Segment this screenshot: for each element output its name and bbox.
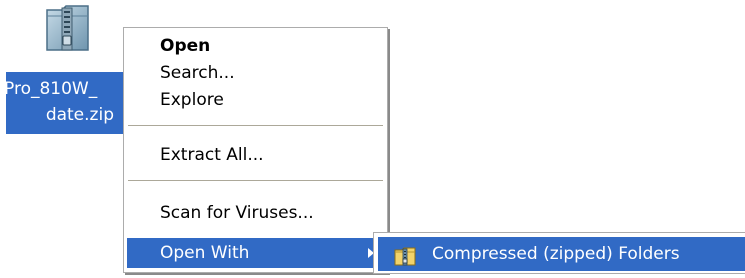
menu-item-explore-label: Explore [160, 90, 224, 110]
menu-item-open[interactable]: Open [127, 31, 384, 61]
menu-item-open-label: Open [160, 36, 211, 56]
menu-item-open-with[interactable]: Open With [127, 238, 384, 268]
zip-folder-icon[interactable] [44, 2, 92, 54]
menu-item-scan-for-viruses[interactable]: Scan for Viruses... [127, 198, 384, 228]
desktop: Pro_810W_ date.zip Open Search... Explor… [0, 0, 745, 274]
open-with-submenu: Compressed (zipped) Folders [373, 232, 745, 274]
menu-item-extract-all[interactable]: Extract All... [127, 140, 384, 170]
menu-item-scan-for-viruses-label: Scan for Viruses... [160, 203, 314, 223]
file-name-line-1: Pro_810W_ [4, 79, 98, 99]
file-name-label[interactable]: Pro_810W_ date.zip [4, 72, 124, 134]
file-name-line-2: date.zip [45, 105, 114, 125]
context-menu: Open Search... Explore Extract All... Sc… [123, 27, 388, 273]
menu-item-open-with-label: Open With [160, 243, 250, 263]
zip-folder-icon [394, 244, 416, 266]
menu-item-search[interactable]: Search... [127, 58, 384, 88]
menu-separator [128, 125, 383, 127]
menu-item-search-label: Search... [160, 63, 235, 83]
menu-separator [128, 180, 383, 182]
submenu-item-compressed-folders[interactable]: Compressed (zipped) Folders [378, 237, 745, 271]
submenu-item-compressed-folders-label: Compressed (zipped) Folders [432, 244, 680, 264]
menu-item-explore[interactable]: Explore [127, 85, 384, 115]
menu-item-extract-all-label: Extract All... [160, 145, 264, 165]
